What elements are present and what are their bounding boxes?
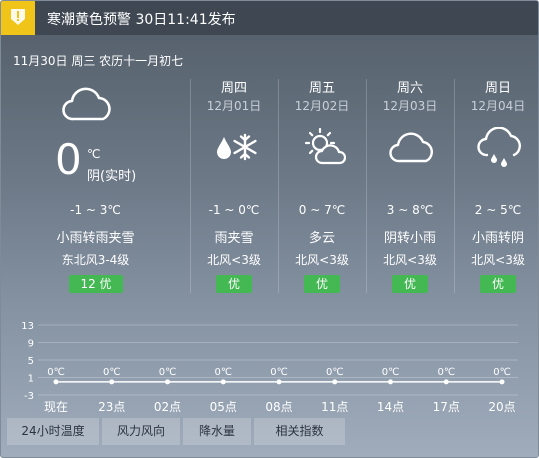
y-tick-label: 9 [28, 339, 34, 350]
temperature-point-label: 0℃ [326, 367, 344, 378]
temperature-point-label: 0℃ [103, 367, 121, 378]
forecast-day[interactable]: 周六 12月03日 3 ~ 8℃ 阴转小雨 北风<3级 优 [366, 75, 454, 295]
forecast-day[interactable]: 周日 12月04日 2 ~ 5℃ 小雨转阴 北风<3级 优 [454, 75, 538, 295]
temperature-point [53, 379, 59, 385]
x-tick-label: 14点 [377, 400, 404, 414]
forecast-day[interactable]: 周四 12月01日 -1 ~ 0℃ 雨夹雪 北风<3级 优 [190, 75, 278, 295]
forecast-aqi-badge[interactable]: 优 [216, 275, 252, 293]
cloud-icon [61, 87, 113, 123]
alert-text[interactable]: 寒潮黄色预警 30日11:41发布 [47, 9, 236, 29]
temperature-point [109, 379, 115, 385]
temperature-point [276, 379, 282, 385]
temperature-point [388, 379, 393, 385]
y-tick-label: -3 [24, 391, 34, 402]
forecast-wind: 北风<3级 [207, 253, 261, 267]
forecast-condition: 阴转小雨 [383, 231, 436, 246]
tab-wind[interactable]: 风力风向 [102, 418, 180, 445]
temperature-point-label: 0℃ [214, 367, 232, 378]
temperature-point [332, 379, 338, 385]
forecast-weekday: 周四 [220, 81, 247, 96]
x-tick-label: 20点 [488, 400, 515, 414]
forecast-date: 12月01日 [206, 99, 262, 113]
current-temperature: 0 [55, 135, 82, 184]
hourly-temperature-chart: 13 9 5 1 -3 0℃ 现在 0℃ 23点 0℃ 02点 0℃ 05点 0℃ 08点 0℃ 11点 0℃ 14… [1, 308, 538, 418]
forecast-aqi-badge[interactable]: 优 [392, 275, 428, 293]
forecast-date: 12月03日 [382, 99, 438, 113]
cloud-icon [388, 127, 434, 167]
forecast-date: 12月04日 [470, 99, 526, 113]
partly-cloudy-icon [300, 127, 347, 167]
forecast-aqi-badge[interactable]: 优 [480, 275, 516, 293]
forecast-weekday: 周六 [396, 81, 423, 96]
temperature-point-label: 0℃ [47, 367, 65, 378]
temperature-point-label: 0℃ [270, 367, 288, 378]
forecast-day[interactable]: 周五 12月02日 0 ~ 7℃ 多云 北风<3级 优 [278, 75, 366, 295]
y-tick-label: 1 [28, 374, 34, 385]
temperature-unit: ℃ [87, 147, 101, 161]
temperature-point [165, 379, 170, 385]
x-tick-label: 23点 [98, 400, 125, 414]
temperature-point-label: 0℃ [159, 367, 177, 378]
forecast-weekday: 周日 [484, 81, 511, 96]
chart-svg: 13 9 5 1 -3 0℃ 现在 0℃ 23点 0℃ 02点 0℃ 05点 0℃ 08点 0℃ 11点 0℃ 14… [21, 321, 518, 414]
x-tick-label: 05点 [210, 400, 237, 414]
temperature-point-label: 0℃ [382, 367, 400, 378]
temperature-point [220, 379, 226, 385]
today-aqi-badge[interactable]: 12 优 [69, 275, 123, 293]
today-condition: 小雨转雨夹雪 [56, 231, 135, 246]
weather-widget: 寒潮黄色预警 30日11:41发布 11月30日 周三 农历十一月初七 0 ℃ … [0, 0, 539, 458]
forecast-condition: 多云 [308, 231, 335, 246]
forecast-temp-range: -1 ~ 0℃ [208, 203, 260, 217]
forecast-condition: 小雨转阴 [471, 231, 524, 246]
forecast-wind: 北风<3级 [471, 253, 525, 267]
y-tick-label: 13 [21, 321, 34, 332]
forecast-date: 12月02日 [294, 99, 350, 113]
today-temp-range: -1 ~ 3℃ [70, 203, 121, 217]
temperature-point [443, 379, 449, 385]
sleet-icon [212, 127, 258, 167]
temperature-point [499, 379, 505, 385]
warning-icon [1, 1, 35, 35]
tab-indices[interactable]: 相关指数 [254, 418, 345, 445]
forecast-wind: 北风<3级 [383, 253, 437, 267]
tab-precipitation[interactable]: 降水量 [183, 418, 251, 445]
forecast-wind: 北风<3级 [295, 253, 349, 267]
current-condition: 阴(实时) [87, 169, 137, 184]
x-tick-label: 现在 [44, 400, 68, 414]
forecast-temp-range: 0 ~ 7℃ [298, 203, 346, 217]
x-tick-label: 02点 [154, 400, 181, 414]
forecast-temp-range: 3 ~ 8℃ [386, 203, 434, 217]
forecast-aqi-badge[interactable]: 优 [304, 275, 340, 293]
x-tick-label: 08点 [265, 400, 292, 414]
temperature-point-label: 0℃ [493, 367, 511, 378]
forecast-weekday: 周五 [308, 81, 335, 96]
y-tick-label: 5 [28, 356, 34, 367]
light-rain-icon [476, 126, 522, 167]
x-tick-label: 11点 [321, 400, 348, 414]
today-date: 11月30日 周三 农历十一月初七 [13, 54, 184, 68]
x-tick-label: 17点 [433, 400, 460, 414]
tab-24h-temperature[interactable]: 24小时温度 [7, 418, 99, 445]
forecast-condition: 雨夹雪 [214, 231, 254, 246]
temperature-point-label: 0℃ [437, 367, 455, 378]
today-wind: 东北风3-4级 [61, 253, 130, 267]
forecast-temp-range: 2 ~ 5℃ [474, 203, 522, 217]
weather-alert-bar[interactable]: 寒潮黄色预警 30日11:41发布 [1, 1, 538, 35]
